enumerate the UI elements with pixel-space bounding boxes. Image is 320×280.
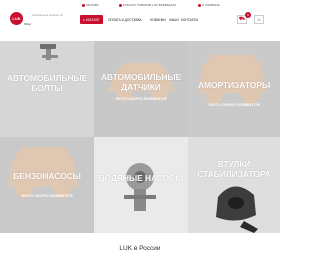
- user-icon: ☺: [256, 16, 262, 23]
- photo-soon-label: ФОТО СКОРО ПОЯВИТСЯ: [208, 102, 260, 107]
- photo-soon-label: ФОТО СКОРО ПОЯВИТСЯ: [115, 96, 167, 101]
- photo-soon-label: ФОТО СКОРО ПОЯВИТСЯ: [21, 193, 73, 198]
- tile-title: АМОРТИЗАТОРЫ: [197, 80, 271, 90]
- section-title: LUK в России: [119, 245, 161, 252]
- account-button[interactable]: ☺: [254, 15, 264, 24]
- category-tile-stabilizer-bushings[interactable]: ВТУЛКИ СТАБИЛИЗАТОРА: [188, 137, 280, 233]
- top-bar: МОСКВА КАТАЛОГ ТОВАРОВ LUK ВРЕМЕННО О СЕ…: [0, 0, 280, 10]
- category-tile-water-pumps[interactable]: ВОДЯНЫЕ НАСОСЫ: [94, 137, 188, 233]
- catalog-label: КАТАЛОГ: [85, 17, 100, 22]
- city-label: МОСКВА: [86, 3, 99, 7]
- location-icon: [82, 3, 85, 7]
- info-icon: [119, 3, 122, 7]
- category-tile-shock-absorbers[interactable]: АМОРТИЗАТОРЫ ФОТО СКОРО ПОЯВИТСЯ: [188, 41, 280, 137]
- logo-text: LUK: [12, 16, 21, 21]
- bushing-image: [188, 137, 280, 233]
- nav-payment-delivery[interactable]: ОПЛАТА И ДОСТАВКА: [108, 18, 142, 22]
- nav-news[interactable]: НОВИНКИ: [150, 18, 166, 22]
- menu-icon: ≡: [83, 17, 85, 22]
- service-link[interactable]: О СЕРВИСЕ: [198, 3, 220, 7]
- logo[interactable]: LUK: [10, 12, 23, 25]
- notice-label: КАТАЛОГ ТОВАРОВ LUK ВРЕМЕННО: [123, 3, 176, 7]
- category-tile-bolts[interactable]: АВТОМОБИЛЬНЫЕ БОЛТЫ: [0, 41, 94, 137]
- water-pump-image: [94, 137, 188, 233]
- service-label: О СЕРВИСЕ: [202, 3, 220, 7]
- city-selector[interactable]: МОСКВА: [82, 3, 99, 7]
- category-tile-fuel-pumps[interactable]: БЕНЗОНАСОСЫ ФОТО СКОРО ПОЯВИТСЯ: [0, 137, 94, 233]
- logo-sub: Shop: [24, 22, 32, 26]
- nav-ours[interactable]: НАШИ: [169, 18, 179, 22]
- tile-title: АВТОМОБИЛЬНЫЕ ДАТЧИКИ: [100, 72, 182, 92]
- no-photo-car-icon: [0, 137, 94, 233]
- nav-contacts[interactable]: КОНТАКТЫ: [181, 18, 198, 22]
- catalog-button[interactable]: ≡ КАТАЛОГ: [80, 15, 103, 24]
- tagline: Официальный магазин LUK: [32, 14, 64, 17]
- tile-title: БЕНЗОНАСОСЫ: [13, 171, 81, 181]
- info-icon: [198, 3, 201, 7]
- tile-title: ВТУЛКИ СТАБИЛИЗАТОРА: [197, 159, 271, 179]
- cart-count-badge: 0: [245, 12, 251, 18]
- tile-title: АВТОМОБИЛЬНЫЕ БОЛТЫ: [6, 73, 88, 93]
- tile-title: ВОДЯНЫЕ НАСОСЫ: [98, 173, 184, 183]
- category-tile-sensors[interactable]: АВТОМОБИЛЬНЫЕ ДАТЧИКИ ФОТО СКОРО ПОЯВИТС…: [94, 41, 188, 137]
- cart-icon: ⛟: [238, 16, 246, 22]
- notice-link[interactable]: КАТАЛОГ ТОВАРОВ LUK ВРЕМЕННО: [119, 3, 176, 7]
